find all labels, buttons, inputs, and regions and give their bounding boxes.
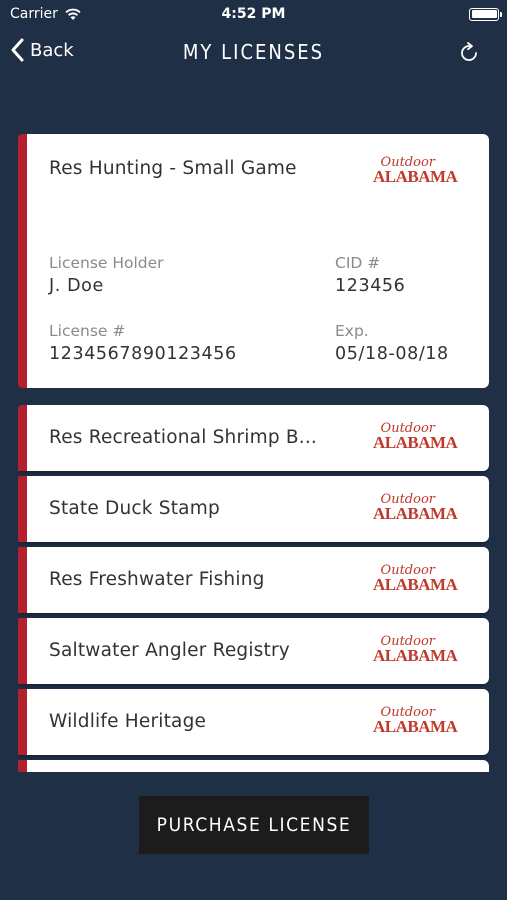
page-title: MY LICENSES: [182, 40, 325, 64]
license-title: Saltwater Angler Registry: [49, 640, 290, 661]
carrier-label: Carrier: [10, 6, 58, 22]
license-holder-value: J. Doe: [49, 276, 104, 296]
license-title: Res Freshwater Fishing: [49, 569, 265, 590]
license-title: Wildlife Heritage: [49, 711, 207, 732]
back-label: Back: [30, 39, 74, 61]
battery-icon: [469, 7, 502, 21]
license-card[interactable]: Saltwater Angler Registry Outdoor ALABAMA: [18, 618, 489, 684]
license-card[interactable]: Res Freshwater Fishing Outdoor ALABAMA: [18, 547, 489, 613]
back-button[interactable]: Back: [10, 38, 74, 62]
license-title: Res Recreational Shrimp B...: [49, 427, 318, 448]
license-title: Res Hunting - Small Game: [49, 158, 297, 179]
license-number-field: License # 1234567890123456: [49, 322, 237, 364]
license-card[interactable]: Wildlife Heritage Outdoor ALABAMA: [18, 689, 489, 755]
license-holder-field: License Holder J. Doe: [49, 254, 164, 296]
outdoor-alabama-logo: Outdoor ALABAMA: [373, 421, 458, 452]
cid-label: CID #: [335, 254, 381, 272]
license-holder-label: License Holder: [49, 254, 164, 272]
license-title: State Duck Stamp: [49, 498, 220, 519]
license-card-featured[interactable]: Res Hunting - Small Game Outdoor ALABAMA…: [18, 134, 489, 388]
carrier-info: Carrier: [10, 6, 82, 22]
outdoor-alabama-logo: Outdoor ALABAMA: [373, 492, 458, 523]
license-number-label: License #: [49, 322, 126, 340]
purchase-license-button[interactable]: PURCHASE LICENSE: [139, 796, 369, 854]
outdoor-alabama-logo: Outdoor ALABAMA: [373, 563, 458, 594]
license-card[interactable]: State Duck Stamp Outdoor ALABAMA: [18, 476, 489, 542]
chevron-left-icon: [11, 38, 24, 62]
expiration-label: Exp.: [335, 322, 369, 340]
license-list: Res Recreational Shrimp B... Outdoor ALAB…: [18, 405, 489, 772]
refresh-icon[interactable]: [457, 41, 481, 65]
outdoor-alabama-logo: Outdoor ALABAMA: [373, 705, 458, 736]
outdoor-alabama-logo: Outdoor ALABAMA: [373, 634, 458, 665]
cid-field: CID # 123456: [335, 254, 405, 296]
license-card[interactable]: Res Recreational Shrimp B... Outdoor ALAB…: [18, 405, 489, 471]
license-number-value: 1234567890123456: [49, 344, 237, 364]
wifi-icon: [65, 8, 81, 20]
cid-value: 123456: [335, 276, 406, 296]
expiration-field: Exp. 05/18-08/18: [335, 322, 449, 364]
expiration-value: 05/18-08/18: [335, 344, 449, 364]
license-card-partial[interactable]: [18, 760, 489, 772]
status-bar: Carrier 4:52 PM: [0, 0, 507, 28]
nav-bar: Back MY LICENSES: [0, 28, 507, 76]
outdoor-alabama-logo: Outdoor ALABAMA: [373, 155, 458, 186]
